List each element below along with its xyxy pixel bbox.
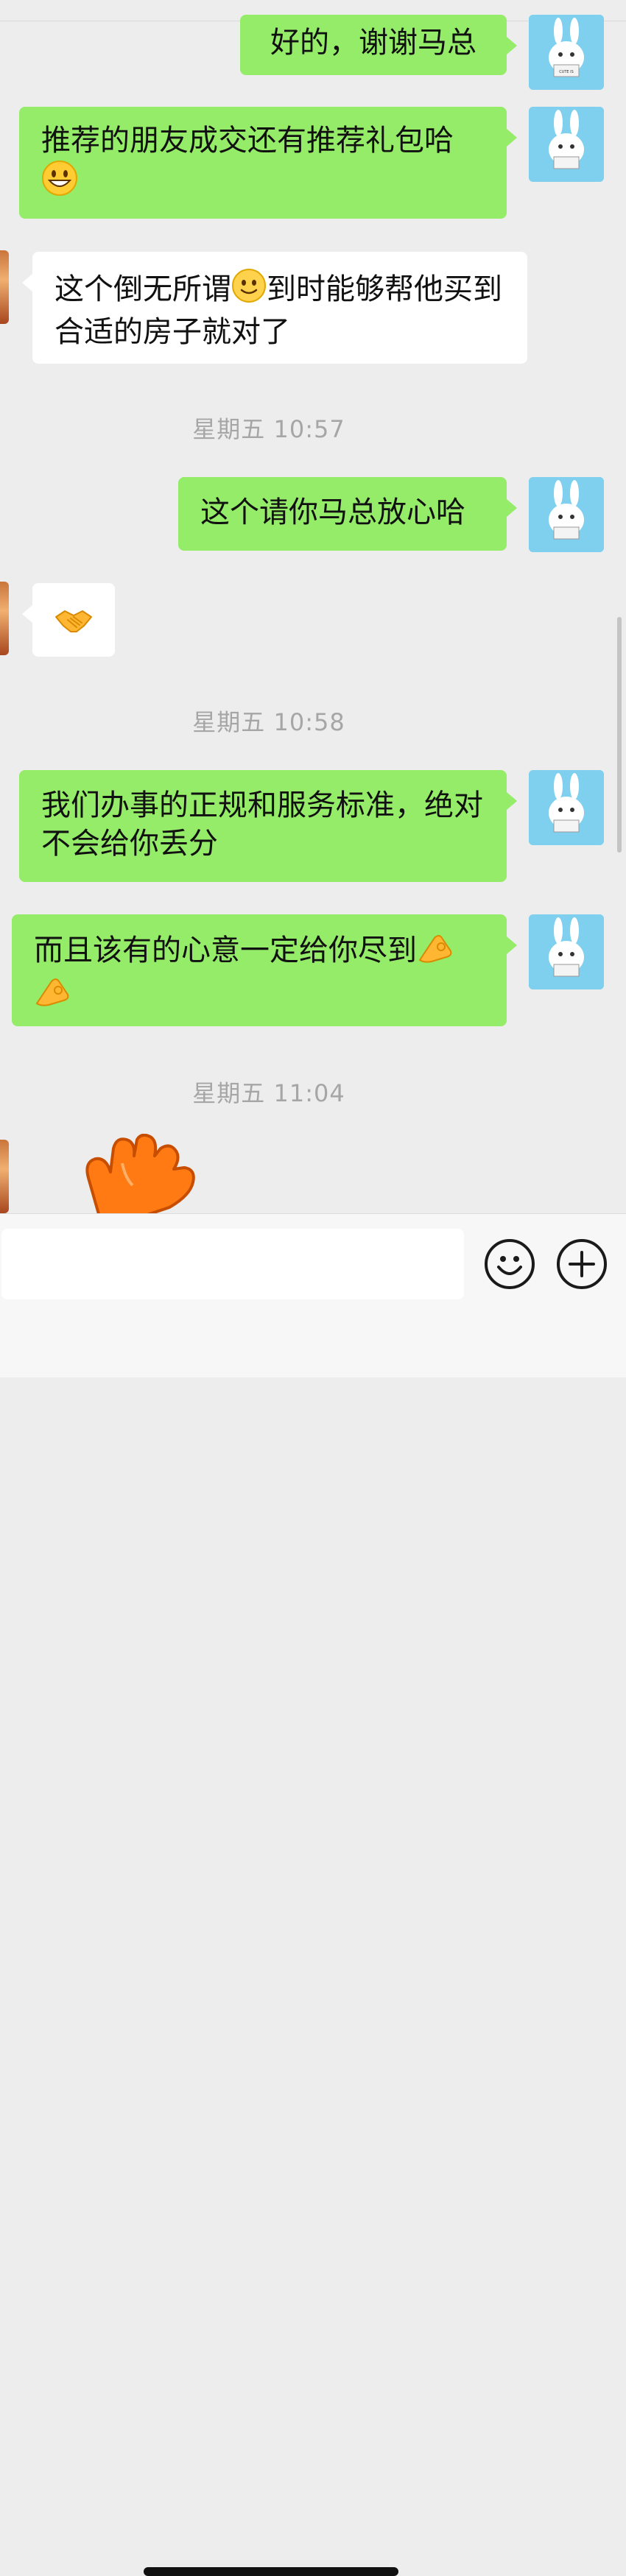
- handshake-icon: [54, 601, 93, 649]
- bunny-avatar-icon: [529, 107, 604, 182]
- timestamp: 星期五 10:57: [192, 415, 345, 443]
- ok-hand-icon: [34, 974, 71, 1017]
- message-bubble-received[interactable]: 这个倒无所谓 到时能够帮他买到合适的房子就对了: [22, 252, 527, 364]
- timestamp: 星期五 11:04: [192, 1079, 345, 1107]
- hand-sticker-icon[interactable]: [81, 1133, 199, 1213]
- grinning-face-icon: [41, 160, 78, 206]
- ok-hand-icon: [417, 931, 454, 974]
- bunny-avatar-icon: [529, 770, 604, 845]
- message-list[interactable]: 好的，谢谢马总 CUTE IS 推荐的朋友成交还有推荐礼包哈 这个倒无所谓 到时…: [0, 0, 626, 1213]
- message-text: 推荐的朋友成交还有推荐礼包哈: [41, 124, 454, 158]
- emoji-button[interactable]: [485, 1239, 535, 1289]
- my-avatar[interactable]: [529, 914, 604, 989]
- message-text: 我们办事的正规和服务标准，绝对不会给你丢分: [41, 788, 483, 861]
- message-bubble-sent[interactable]: 好的，谢谢马总: [240, 15, 517, 75]
- my-avatar[interactable]: CUTE IS: [529, 15, 604, 90]
- message-text: 这个倒无所谓: [54, 272, 231, 306]
- bunny-avatar-icon: CUTE IS: [529, 15, 604, 90]
- input-bar: [0, 1213, 626, 2576]
- message-text: 这个请你马总放心哈: [200, 495, 465, 529]
- more-button[interactable]: [557, 1239, 607, 1289]
- message-bubble-received[interactable]: [22, 583, 115, 657]
- bunny-avatar-icon: [529, 477, 604, 552]
- message-text: 好的，谢谢马总: [270, 26, 476, 60]
- message-bubble-sent[interactable]: 这个请你马总放心哈: [178, 477, 517, 551]
- svg-text:CUTE IS: CUTE IS: [559, 70, 574, 74]
- bunny-avatar-icon: [529, 914, 604, 989]
- message-text: 而且该有的心意一定给你尽到: [34, 934, 417, 967]
- timestamp: 星期五 10:58: [192, 708, 345, 736]
- my-avatar[interactable]: [529, 770, 604, 845]
- smiley-icon: [497, 1256, 522, 1275]
- my-avatar[interactable]: [529, 107, 604, 182]
- message-bubble-sent[interactable]: 而且该有的心意一定给你尽到: [12, 914, 517, 1026]
- my-avatar[interactable]: [529, 477, 604, 552]
- contact-avatar[interactable]: [0, 1140, 9, 1213]
- message-input[interactable]: [1, 1229, 464, 1299]
- message-bubble-sent[interactable]: 推荐的朋友成交还有推荐礼包哈: [19, 107, 517, 219]
- home-indicator[interactable]: [144, 2567, 398, 2576]
- contact-avatar[interactable]: [0, 250, 9, 324]
- plus-icon: [569, 1251, 595, 1277]
- smiling-face-icon: [231, 268, 267, 313]
- message-bubble-sent[interactable]: 我们办事的正规和服务标准，绝对不会给你丢分: [19, 770, 517, 882]
- scrollbar[interactable]: [617, 617, 622, 853]
- contact-avatar[interactable]: [0, 582, 9, 655]
